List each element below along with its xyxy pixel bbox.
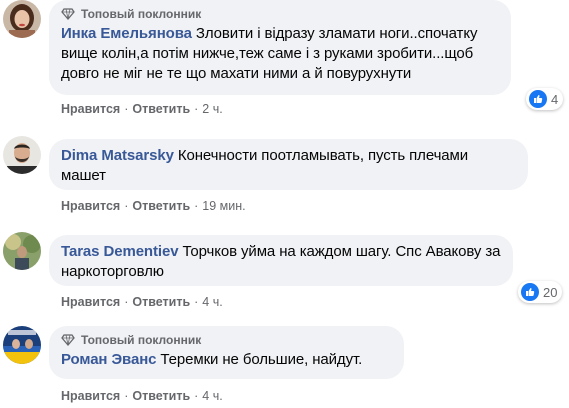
reaction-count[interactable]: 20 [518,281,563,303]
avatar[interactable] [3,136,41,174]
avatar[interactable] [3,0,41,38]
comment-time[interactable]: 2 ч. [202,102,222,116]
comment-text: Теремки не большие, найдут. [160,351,363,368]
reply-button[interactable]: Ответить [132,295,190,309]
avatar[interactable] [3,232,41,270]
comment-author[interactable]: Taras Dementiev [61,243,179,260]
like-button[interactable]: Нравится [61,102,120,116]
comment-actions: Нравится · Ответить · 4 ч. [61,389,223,403]
like-button[interactable]: Нравится [61,295,120,309]
like-icon [521,283,539,301]
reply-button[interactable]: Ответить [132,199,190,213]
badge-label: Топовый поклонник [81,333,202,347]
reaction-count[interactable]: 4 [526,88,564,110]
comment-actions: Нравится · Ответить · 2 ч. [61,102,223,116]
diamond-icon [61,334,75,346]
like-button[interactable]: Нравится [61,199,120,213]
comment-bubble: Dima Matsarsky Конечности поотламывать, п… [49,139,528,190]
comment-actions: Нравится · Ответить · 19 мин. [61,199,246,213]
like-icon [529,90,547,108]
reaction-number: 20 [543,284,558,300]
avatar[interactable] [3,326,41,364]
top-fan-badge: Топовый поклонник [61,7,499,21]
reply-button[interactable]: Ответить [132,389,190,403]
comment-author[interactable]: Роман Эванс [61,351,157,368]
like-button[interactable]: Нравится [61,389,120,403]
comment-author[interactable]: Инка Емельянова [61,25,192,42]
comment-bubble: Топовый поклонник Инка Емельянова Зловити… [49,0,511,95]
comment-time[interactable]: 4 ч. [202,295,222,309]
comment-actions: Нравится · Ответить · 4 ч. [61,295,223,309]
comment-bubble: Taras Dementiev Торчков уйма на каждом ша… [49,235,513,286]
diamond-icon [61,8,75,20]
comment-time[interactable]: 4 ч. [202,389,222,403]
comment-author[interactable]: Dima Matsarsky [61,147,174,164]
reaction-number: 4 [551,91,559,107]
comment-time[interactable]: 19 мин. [202,199,245,213]
badge-label: Топовый поклонник [81,7,202,21]
comment-bubble: Топовый поклонник Роман Эванс Теремки не … [49,326,404,379]
reply-button[interactable]: Ответить [132,102,190,116]
top-fan-badge: Топовый поклонник [61,333,392,347]
